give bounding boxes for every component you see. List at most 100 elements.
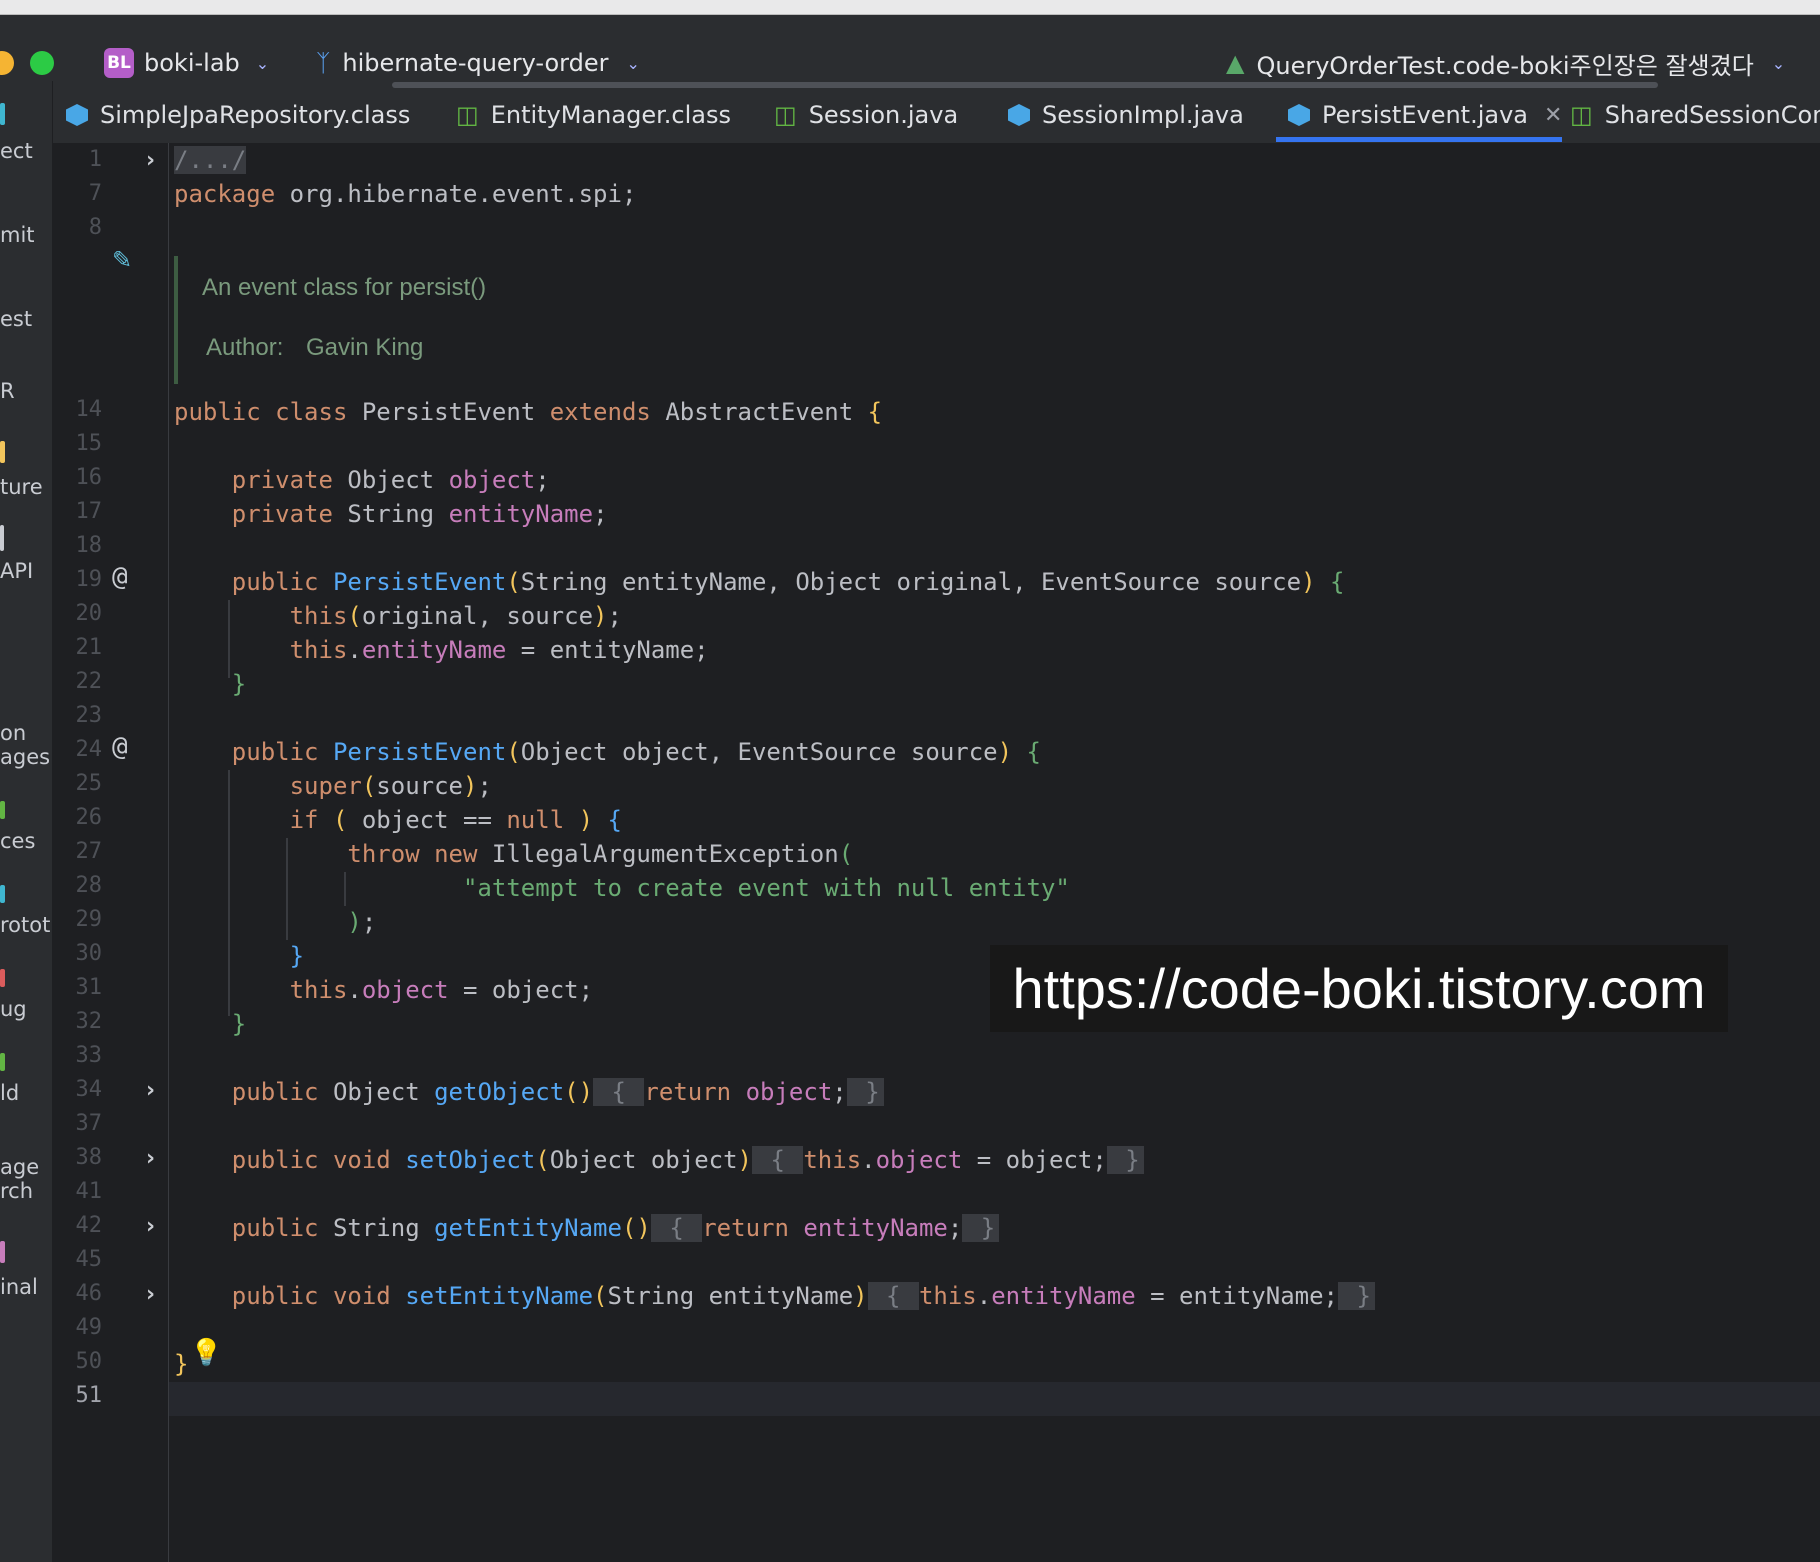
branch-name: hibernate-query-order: [342, 49, 609, 77]
tool-label-search[interactable]: rch: [0, 1179, 33, 1203]
line-number: 8: [88, 215, 102, 240]
tool-label-project[interactable]: ect: [0, 139, 33, 163]
line-number: 23: [75, 703, 103, 728]
git-branch-icon: ᛉ: [316, 49, 331, 77]
code-line-31: this.object = object;: [289, 976, 594, 1004]
close-tab-icon[interactable]: ✕: [1544, 103, 1562, 128]
tool-label-commit[interactable]: mit: [0, 223, 35, 247]
javadoc-bar: [174, 256, 178, 384]
branch-selector[interactable]: ᛉ hibernate-query-order ⌄: [316, 45, 640, 81]
build-tool-icon[interactable]: [0, 1053, 5, 1071]
line-number: 16: [75, 465, 103, 490]
line-number: 14: [75, 397, 103, 422]
project-tool-icon[interactable]: [0, 103, 5, 125]
line-number: 49: [75, 1315, 103, 1340]
tab-persist-event[interactable]: PersistEvent.java ✕: [1288, 90, 1562, 140]
class-icon: [66, 104, 88, 126]
tool-label-structure[interactable]: ture: [0, 475, 43, 499]
chevron-down-icon: ⌄: [255, 53, 270, 73]
line-number: 24: [75, 737, 103, 762]
line-number: 20: [75, 601, 103, 626]
code-line-29: );: [347, 908, 377, 936]
tab-entity-manager[interactable]: ◫ EntityManager.class: [456, 90, 731, 140]
fold-expand-icon[interactable]: ›: [146, 1146, 155, 1171]
line-number: 37: [75, 1111, 103, 1136]
tab-label: SimpleJpaRepository.class: [100, 101, 411, 129]
code-line-22: }: [231, 670, 247, 698]
class-icon: [1288, 104, 1310, 126]
fold-expand-icon[interactable]: ›: [146, 148, 155, 173]
code-line-26: if ( object == null ) {: [289, 806, 622, 834]
code-line-50: }: [174, 1350, 189, 1378]
tool-label-package[interactable]: age: [0, 1155, 39, 1179]
interface-icon: ◫: [774, 101, 797, 129]
protoc-tool-icon[interactable]: [0, 885, 5, 903]
code-line-21: this.entityName = entityName;: [289, 636, 709, 664]
current-line-highlight: [169, 1382, 1820, 1416]
line-number: 38: [75, 1145, 103, 1170]
override-marker-icon[interactable]: @: [112, 732, 128, 762]
tool-label-notifications[interactable]: on: [0, 721, 26, 745]
line-number: 31: [75, 975, 103, 1000]
api-tool-icon[interactable]: [0, 525, 4, 551]
watermark: https://code-boki.tistory.com: [990, 945, 1728, 1032]
javadoc-description: An event class for persist(): [202, 274, 487, 301]
line-number: 28: [75, 873, 103, 898]
tool-label-messages[interactable]: ages: [0, 745, 50, 769]
code-line-32: }: [231, 1010, 247, 1038]
fold-expand-icon[interactable]: ›: [146, 1214, 155, 1239]
tool-label-protobuf[interactable]: rotot: [0, 913, 50, 937]
tool-label-terminal[interactable]: inal: [0, 1275, 38, 1299]
code-line-16: private Object object;: [231, 466, 550, 494]
override-marker-icon[interactable]: @: [112, 562, 128, 592]
code-line-27: throw new IllegalArgumentException(: [347, 840, 854, 868]
line-number: 7: [88, 181, 102, 206]
collapsed-header[interactable]: /.../: [174, 146, 247, 174]
minimize-window-button[interactable]: [0, 51, 14, 75]
tool-label-build[interactable]: ld: [0, 1081, 19, 1105]
tab-session-impl[interactable]: SessionImpl.java: [1008, 90, 1244, 140]
javadoc-author-value: Gavin King: [306, 334, 424, 361]
tab-shared-session-contract[interactable]: ◫ SharedSessionCon: [1570, 90, 1820, 140]
tool-label-debug[interactable]: ug: [0, 997, 27, 1021]
fold-expand-icon[interactable]: ›: [146, 1282, 155, 1307]
active-tab-indicator: [1276, 137, 1562, 142]
run-configuration-selector[interactable]: ▲ QueryOrderTest.code-boki주인장은 잘생겼다 ⌄: [1226, 45, 1785, 81]
tab-bar-scrollbar[interactable]: [392, 82, 1658, 88]
top-window-sliver: [0, 0, 1820, 15]
tab-simple-jpa-repository[interactable]: SimpleJpaRepository.class: [66, 90, 410, 140]
line-number: 32: [75, 1009, 103, 1034]
interface-icon: ◫: [456, 101, 479, 129]
fold-expand-icon[interactable]: ›: [146, 1078, 155, 1103]
pencil-icon[interactable]: ✎: [112, 246, 132, 274]
chevron-down-icon: ⌄: [1771, 53, 1786, 73]
tab-label: SharedSessionCon: [1604, 101, 1820, 129]
tool-label-pull-request[interactable]: est: [0, 307, 32, 331]
code-line-28: "attempt to create event with null entit…: [462, 874, 1070, 902]
code-line-24: public PersistEvent(Object object, Event…: [231, 738, 1041, 766]
tool-label-api[interactable]: API: [0, 559, 33, 583]
line-number: 46: [75, 1281, 103, 1306]
code-line-34: public Object getObject() { return objec…: [174, 1075, 884, 1109]
javadoc-author-label: Author:: [206, 334, 284, 361]
tool-label-services[interactable]: ces: [0, 829, 35, 853]
line-number: 33: [75, 1043, 103, 1068]
terminal-tool-icon[interactable]: [0, 1241, 5, 1263]
lightbulb-icon[interactable]: 💡: [190, 1338, 222, 1368]
line-number: 30: [75, 941, 103, 966]
line-number: 41: [75, 1179, 103, 1204]
tool-label-r[interactable]: R: [0, 379, 15, 403]
code-line-7: package org.hibernate.event.spi;: [174, 180, 637, 208]
chevron-down-icon: ⌄: [626, 53, 640, 73]
tab-label: PersistEvent.java: [1322, 101, 1529, 129]
zoom-window-button[interactable]: [30, 51, 54, 75]
tab-session[interactable]: ◫ Session.java: [774, 90, 958, 140]
project-badge: BL: [104, 48, 134, 78]
project-selector[interactable]: BL boki-lab ⌄: [104, 45, 269, 81]
line-number: 25: [75, 771, 103, 796]
services-tool-icon[interactable]: [0, 801, 5, 819]
code-line-46: public void setEntityName(String entityN…: [174, 1279, 1375, 1313]
debug-tool-icon[interactable]: [0, 969, 5, 987]
structure-tool-icon[interactable]: [0, 441, 5, 463]
line-number: 42: [75, 1213, 103, 1238]
